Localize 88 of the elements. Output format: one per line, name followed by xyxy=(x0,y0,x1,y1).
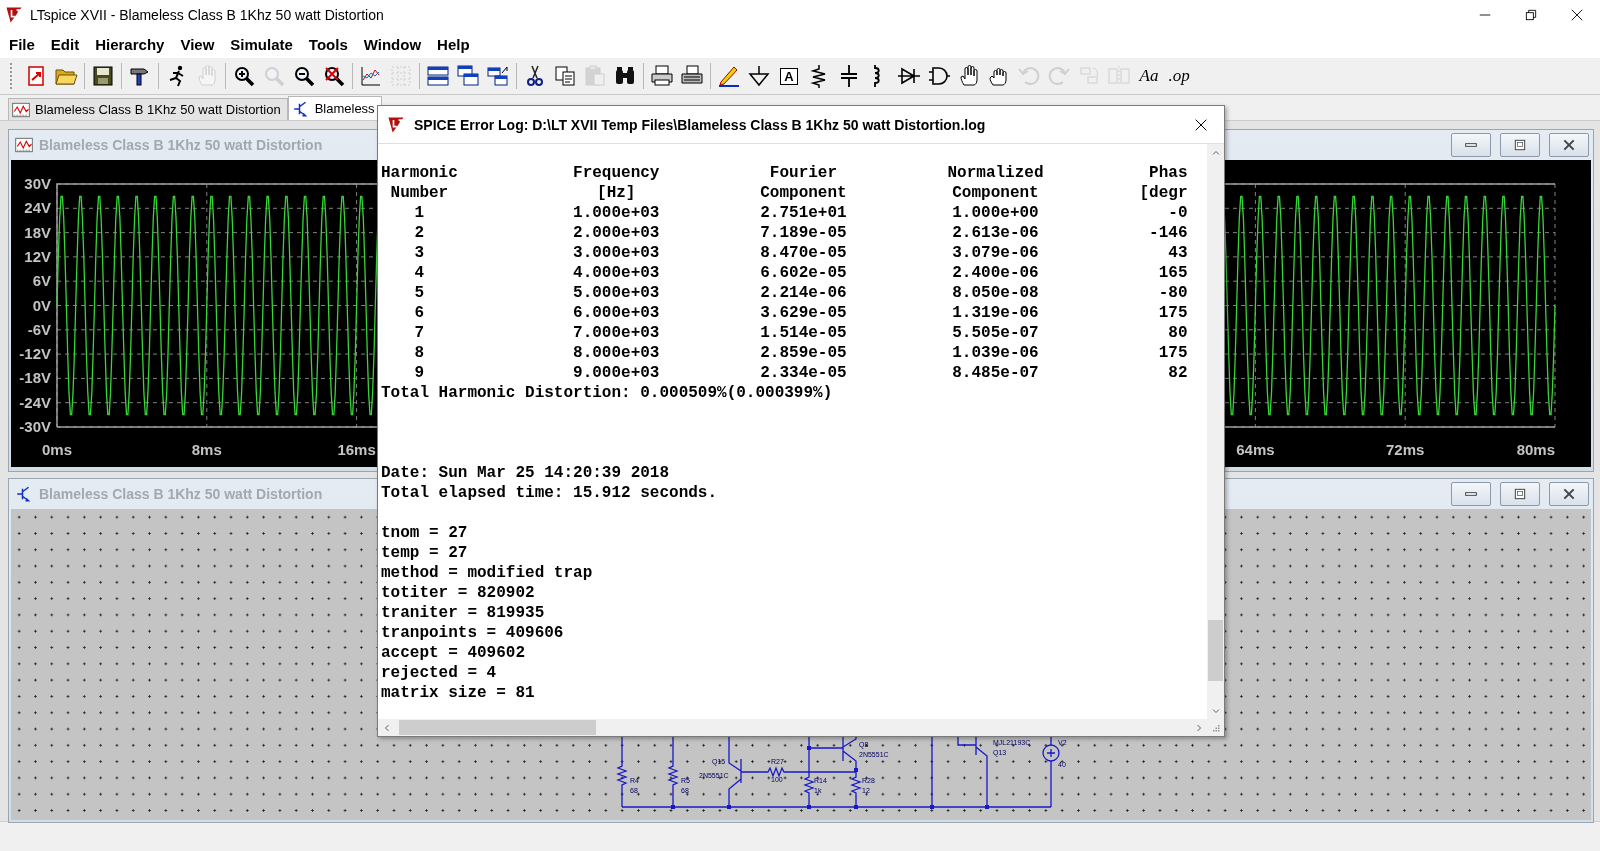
table-cell-text: 2.613e-06 xyxy=(951,223,1040,243)
log-line: traniter = 819935 xyxy=(381,603,546,623)
y-tick-label: -6V xyxy=(27,320,51,338)
table-cell-text: 5 xyxy=(413,283,426,303)
log-line: Total elapsed time: 15.912 seconds. xyxy=(381,483,719,503)
x-tick-label: 8ms xyxy=(191,441,222,458)
table-cell-text: 1 xyxy=(413,203,426,223)
column-header: Number xyxy=(389,183,450,203)
column-header: Frequency xyxy=(573,163,660,183)
table-cell-text: 2.400e-06 xyxy=(951,263,1040,283)
log-line: Date: Sun Mar 25 14:20:39 2018 xyxy=(381,463,671,483)
column-header: Component xyxy=(951,183,1040,203)
log-line: matrix size = 81 xyxy=(381,683,536,703)
table-cell-text: 8.050e-08 xyxy=(951,283,1040,303)
window-title: LTspice XVII - Blameless Class B 1Khz 50 watt Distortion xyxy=(30,7,384,23)
x-tick-label: 16ms xyxy=(337,441,376,458)
y-tick-label: 0V xyxy=(32,296,51,314)
table-cell-text: -80 xyxy=(1157,283,1188,303)
y-tick-label: -24V xyxy=(19,393,51,411)
column-header: Harmonic xyxy=(381,163,458,183)
table-cell-text: 8.485e-07 xyxy=(951,363,1040,383)
table-cell: 4.000e+03 xyxy=(573,263,660,283)
log-line: rejected = 4 xyxy=(381,663,498,683)
log-line: method = modified trap xyxy=(381,563,594,583)
table-cell: 1.514e-05 xyxy=(760,323,847,343)
log-line: temp = 27 xyxy=(381,543,469,563)
log-line: tranpoints = 409606 xyxy=(381,623,565,643)
table-cell-text: 80 xyxy=(1167,323,1188,343)
table-cell-text: 1.000e+00 xyxy=(951,203,1040,223)
table-cell-text: -146 xyxy=(1148,223,1188,243)
window-title: Blameless Class B 1Khz 50 watt Distortion xyxy=(39,486,323,502)
table-cell: 3.000e+03 xyxy=(573,243,660,263)
log-line: accept = 409602 xyxy=(381,643,527,663)
table-cell-text: 3.079e-06 xyxy=(951,243,1040,263)
window-title: Blameless Class B 1Khz 50 watt Distortion xyxy=(39,137,323,153)
column-header: Fourier xyxy=(768,163,839,183)
table-cell-text: 175 xyxy=(1157,343,1188,363)
table-cell-text: 165 xyxy=(1157,263,1188,283)
table-cell: 6.000e+03 xyxy=(573,303,660,323)
table-cell-text: 8 xyxy=(413,343,426,363)
y-tick-label: 30V xyxy=(24,175,51,192)
column-header: Component xyxy=(760,183,847,203)
y-tick-label: -12V xyxy=(19,345,51,363)
x-tick-label: 80ms xyxy=(1516,441,1555,458)
table-cell: 8.470e-05 xyxy=(760,243,847,263)
table-cell: 1.000e+03 xyxy=(573,203,660,223)
dialog-title: SPICE Error Log: D:\LT XVII Temp Files\Blameless Class B 1Khz 50 watt Distortion.log xyxy=(414,116,987,133)
table-cell-text: 82 xyxy=(1167,363,1188,383)
table-cell-text: 43 xyxy=(1167,243,1188,263)
table-cell: 2.751e+01 xyxy=(760,203,847,223)
y-tick-label: -18V xyxy=(19,369,51,387)
table-cell-text: 6 xyxy=(413,303,426,323)
table-cell: 3.629e-05 xyxy=(760,303,847,323)
table-cell: 7.000e+03 xyxy=(573,323,660,343)
column-header: Normalized xyxy=(947,163,1044,183)
log-line: tnom = 27 xyxy=(381,523,469,543)
table-cell-text: 2 xyxy=(413,223,426,243)
y-tick-label: 12V xyxy=(24,247,51,265)
table-cell-text: 1.319e-06 xyxy=(951,303,1040,323)
table-cell: 2.214e-06 xyxy=(760,283,847,303)
table-cell: 9.000e+03 xyxy=(573,363,660,383)
table-cell: 5.000e+03 xyxy=(573,283,660,303)
y-tick-label: -30V xyxy=(19,418,51,435)
table-cell-text: 9 xyxy=(413,363,426,383)
table-cell-text: 7 xyxy=(413,323,426,343)
table-cell-text: -0 xyxy=(1167,203,1188,223)
x-tick-label: 0ms xyxy=(42,441,72,458)
log-line: Total Harmonic Distortion: 0.000509%(0.000399%) xyxy=(381,383,834,403)
table-cell: 8.000e+03 xyxy=(573,343,660,363)
column-header: [degr xyxy=(1139,183,1188,203)
x-tick-label: 64ms xyxy=(1236,441,1275,458)
y-tick-label: 6V xyxy=(32,272,51,290)
table-cell: 2.859e-05 xyxy=(760,343,847,363)
table-cell: 2.000e+03 xyxy=(573,223,660,243)
table-cell-text: 5.505e-07 xyxy=(951,323,1040,343)
table-cell: 7.189e-05 xyxy=(760,223,847,243)
x-tick-label: 72ms xyxy=(1386,441,1425,458)
column-header: [Hz] xyxy=(596,183,637,203)
table-cell: 6.602e-05 xyxy=(760,263,847,283)
table-cell-text: 175 xyxy=(1157,303,1188,323)
y-tick-label: 24V xyxy=(24,199,51,217)
column-header: Phas xyxy=(1148,163,1188,183)
table-cell-text: 1.039e-06 xyxy=(951,343,1040,363)
table-cell-text: 3 xyxy=(413,243,426,263)
y-tick-label: 18V xyxy=(24,223,51,241)
table-cell: 2.334e-05 xyxy=(760,363,847,383)
log-line: totiter = 820902 xyxy=(381,583,536,603)
table-cell-text: 4 xyxy=(413,263,426,283)
